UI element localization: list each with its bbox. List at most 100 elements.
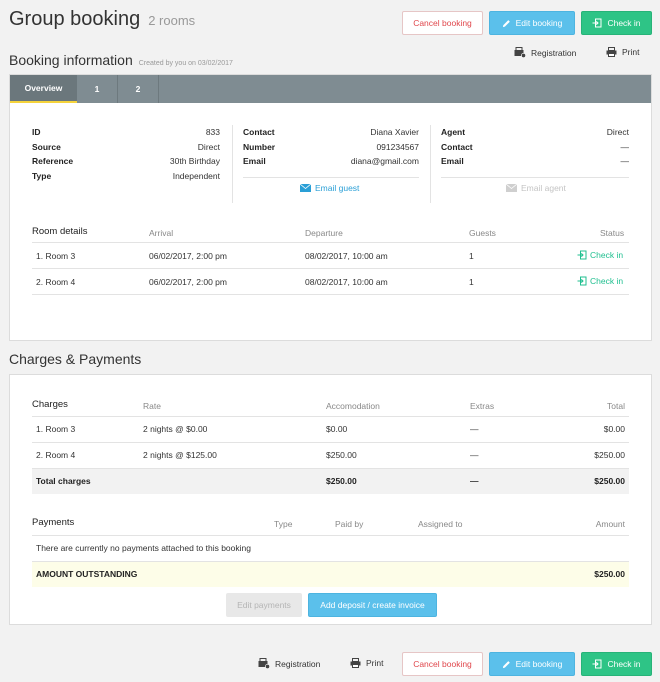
agent-label: Agent [441,127,466,137]
row-divider [32,416,629,417]
reference-label: Reference [32,156,74,166]
room-row-2-checkin-label: Check in [590,276,624,286]
charge-row-2-extras: — [470,450,479,460]
total-header: Total [607,401,625,411]
room-row-1-guests: 1 [469,251,474,261]
charge-row-2-total: $250.00 [594,450,625,460]
charge-row-2-rate: 2 nights @ $125.00 [143,450,217,460]
footer-cancel-booking-label: Cancel booking [413,659,472,669]
rate-header: Rate [143,401,161,411]
charges-card: Charges Rate Accomodation Extras Total 1… [9,374,652,625]
registration-icon [258,658,270,669]
total-charges-accom: $250.00 [326,476,357,486]
printer-icon [606,47,617,57]
room-row-1-checkin-label: Check in [590,250,624,260]
email-value[interactable]: diana@gmail.com [351,156,419,171]
agent-email-value: — [620,156,630,166]
amount-outstanding-value: $250.00 [594,569,625,579]
charge-row-2-name[interactable]: 2. Room 4 [36,450,75,460]
room-row-2-checkin[interactable]: Check in [577,276,623,286]
tab-room-1-label: 1 [94,84,100,94]
print-link[interactable]: Print [606,47,639,57]
agent-divider [441,177,629,178]
created-note: Created by you on 03/02/2017 [138,60,233,67]
email-agent-button[interactable]: Email agent [506,183,566,193]
contact-divider [243,177,419,178]
row-divider [32,442,629,443]
email-guest-button[interactable]: Email guest [300,183,359,193]
room-row-2-departure: 08/02/2017, 10:00 am [305,277,388,287]
email-guest-label: Email guest [315,183,360,193]
paid-by-header: Paid by [335,519,364,529]
tab-overview[interactable]: Overview [10,75,77,103]
footer-print-link[interactable]: Print [350,658,383,668]
check-in-icon [592,659,602,669]
charge-row-2-accom: $250.00 [326,450,357,460]
add-deposit-button[interactable]: Add deposit / create invoice [308,593,437,617]
agent-contact-value: — [620,141,630,152]
id-value: 833 [205,127,220,137]
footer-cancel-booking-button[interactable]: Cancel booking [402,652,483,676]
page-title: Group booking 2 rooms [9,8,195,31]
footer-registration-link[interactable]: Registration [258,658,320,669]
row-divider [32,268,629,269]
cancel-booking-button[interactable]: Cancel booking [402,11,483,35]
edit-payments-button[interactable]: Edit payments [226,593,302,617]
tab-room-2[interactable]: 2 [118,75,159,103]
charges-header: Charges [32,399,68,410]
room-row-2-guests: 1 [469,277,474,287]
agent-email-label: Email [441,156,464,166]
check-in-icon [577,276,587,286]
pencil-icon [502,660,510,668]
page-subtitle: 2 rooms [148,13,196,28]
assigned-to-header: Assigned to [418,519,463,529]
check-in-button[interactable]: Check in [581,11,652,35]
room-details-header: Room details [32,226,88,237]
print-label: Print [622,47,640,57]
cancel-booking-label: Cancel booking [413,18,472,28]
agent-column: Agent Direct Contact — Email — [441,127,629,171]
charge-row-1-name[interactable]: 1. Room 3 [36,424,75,434]
departure-header: Departure [305,228,343,238]
envelope-icon [300,184,311,192]
extras-header: Extras [470,401,495,411]
no-payments-message: There are currently no payments attached… [36,543,251,553]
tab-overview-label: Overview [24,83,63,93]
details-column: ID 833 Source Direct Reference 30th Birthda… [32,127,220,185]
tab-room-1[interactable]: 1 [77,75,118,103]
footer-registration-label: Registration [275,658,321,669]
booking-info-title: Booking information [9,52,133,68]
footer-edit-booking-button[interactable]: Edit booking [489,652,575,676]
id-label: ID [32,127,41,137]
room-row-1-arrival: 06/02/2017, 2:00 pm [149,251,227,261]
column-divider [232,125,233,203]
status-header: Status [600,228,625,238]
registration-link[interactable]: Registration [514,47,576,58]
type-value: Independent [172,170,220,181]
contact-value: Diana Xavier [370,127,419,137]
column-divider-2 [430,125,431,203]
footer-check-in-button[interactable]: Check in [581,652,652,676]
pencil-icon [502,19,510,27]
charge-row-1-total: $0.00 [603,424,625,434]
agent-contact-label: Contact [441,141,473,152]
email-label: Email [243,156,266,166]
printer-icon [350,658,361,668]
edit-booking-button[interactable]: Edit booking [489,11,575,35]
source-label: Source [32,141,61,152]
room-row-1-checkin[interactable]: Check in [577,250,623,260]
registration-label: Registration [531,47,577,58]
charge-row-1-extras: — [470,424,479,434]
room-row-1-name[interactable]: 1. Room 3 [36,251,75,261]
footer-print-label: Print [366,658,384,668]
type-label: Type [32,170,52,181]
charge-row-1-accom: $0.00 [326,424,348,434]
number-label: Number [243,141,276,152]
room-row-2-name[interactable]: 2. Room 4 [36,277,75,287]
add-deposit-label: Add deposit / create invoice [320,600,425,610]
footer-check-in-label: Check in [607,659,641,669]
check-in-label: Check in [607,18,641,28]
edit-booking-label: Edit booking [515,18,563,28]
footer-edit-booking-label: Edit booking [515,659,563,669]
contact-column: Contact Diana Xavier Number 091234567 Emai… [243,127,419,171]
